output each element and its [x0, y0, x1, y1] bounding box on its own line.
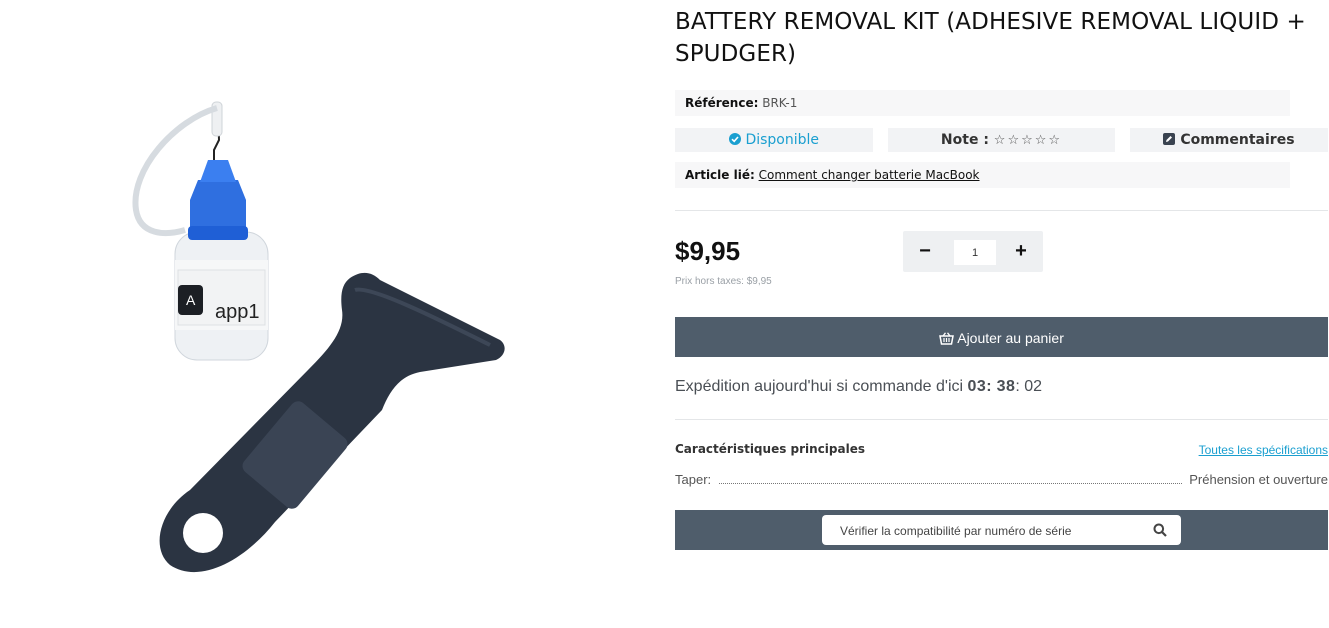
countdown-minutes: 38 — [996, 378, 1016, 395]
countdown-seconds: 02 — [1024, 378, 1043, 395]
price-excl-tax: Prix hors taxes: $9,95 — [675, 276, 772, 287]
spec-key: Taper: — [675, 472, 712, 487]
rating-label: Note : — [940, 132, 989, 148]
divider — [675, 419, 1328, 420]
add-to-cart-label: Ajouter au panier — [957, 330, 1064, 346]
availability-label: Disponible — [745, 132, 820, 148]
reference-row: Référence: BRK-1 — [675, 90, 1290, 116]
compatibility-bar — [675, 510, 1328, 550]
quantity-input[interactable] — [954, 240, 996, 265]
availability-badge: Disponible — [675, 128, 873, 152]
add-to-cart-button[interactable]: Ajouter au panier — [675, 317, 1328, 357]
linked-article-link[interactable]: Comment changer batterie MacBook — [759, 168, 980, 182]
product-info: BATTERY REMOVAL KIT (ADHESIVE REMOVAL LI… — [675, 0, 1328, 550]
price: $9,95 — [675, 236, 741, 266]
quantity-stepper: − + — [903, 231, 1043, 272]
product-image[interactable]: A app1 — [0, 0, 670, 628]
comments-label: Commentaires — [1180, 132, 1295, 148]
product-title: BATTERY REMOVAL KIT (ADHESIVE REMOVAL LI… — [675, 9, 1306, 67]
countdown-hours: 03 — [967, 378, 987, 395]
product-chips: Disponible Note : ☆☆☆☆☆ Commentaires — [675, 128, 1328, 152]
shipping-countdown: Expédition aujourd'hui si commande d'ici… — [675, 378, 1043, 395]
quantity-increase-button[interactable]: + — [999, 231, 1043, 272]
spec-value: Préhension et ouverture — [1189, 472, 1328, 487]
rating-chip[interactable]: Note : ☆☆☆☆☆ — [888, 128, 1115, 152]
rating-stars: ☆☆☆☆☆ — [993, 133, 1063, 148]
svg-text:A: A — [186, 292, 196, 308]
linked-article-row: Article lié: Comment changer batterie Ma… — [675, 162, 1290, 188]
divider — [675, 210, 1328, 211]
compatibility-search — [822, 515, 1181, 547]
specs-title: Caractéristiques principales — [675, 442, 865, 456]
check-circle-icon — [728, 133, 741, 145]
comments-button[interactable]: Commentaires — [1130, 128, 1328, 152]
shipping-text: Expédition aujourd'hui si commande d'ici — [675, 378, 964, 395]
serial-number-input[interactable] — [838, 515, 1142, 547]
basket-icon — [939, 332, 955, 345]
svg-text:app1: app1 — [215, 301, 260, 323]
reference-value: BRK-1 — [762, 96, 798, 110]
linked-label: Article lié: — [685, 168, 755, 182]
product-gallery: A app1 — [0, 0, 670, 628]
search-icon[interactable] — [1153, 523, 1167, 537]
edit-icon — [1163, 133, 1176, 145]
quantity-decrease-button[interactable]: − — [903, 231, 947, 272]
reference-label: Référence: — [685, 96, 759, 110]
all-specs-link[interactable]: Toutes les spécifications — [1199, 443, 1328, 457]
spec-dots — [719, 483, 1182, 484]
